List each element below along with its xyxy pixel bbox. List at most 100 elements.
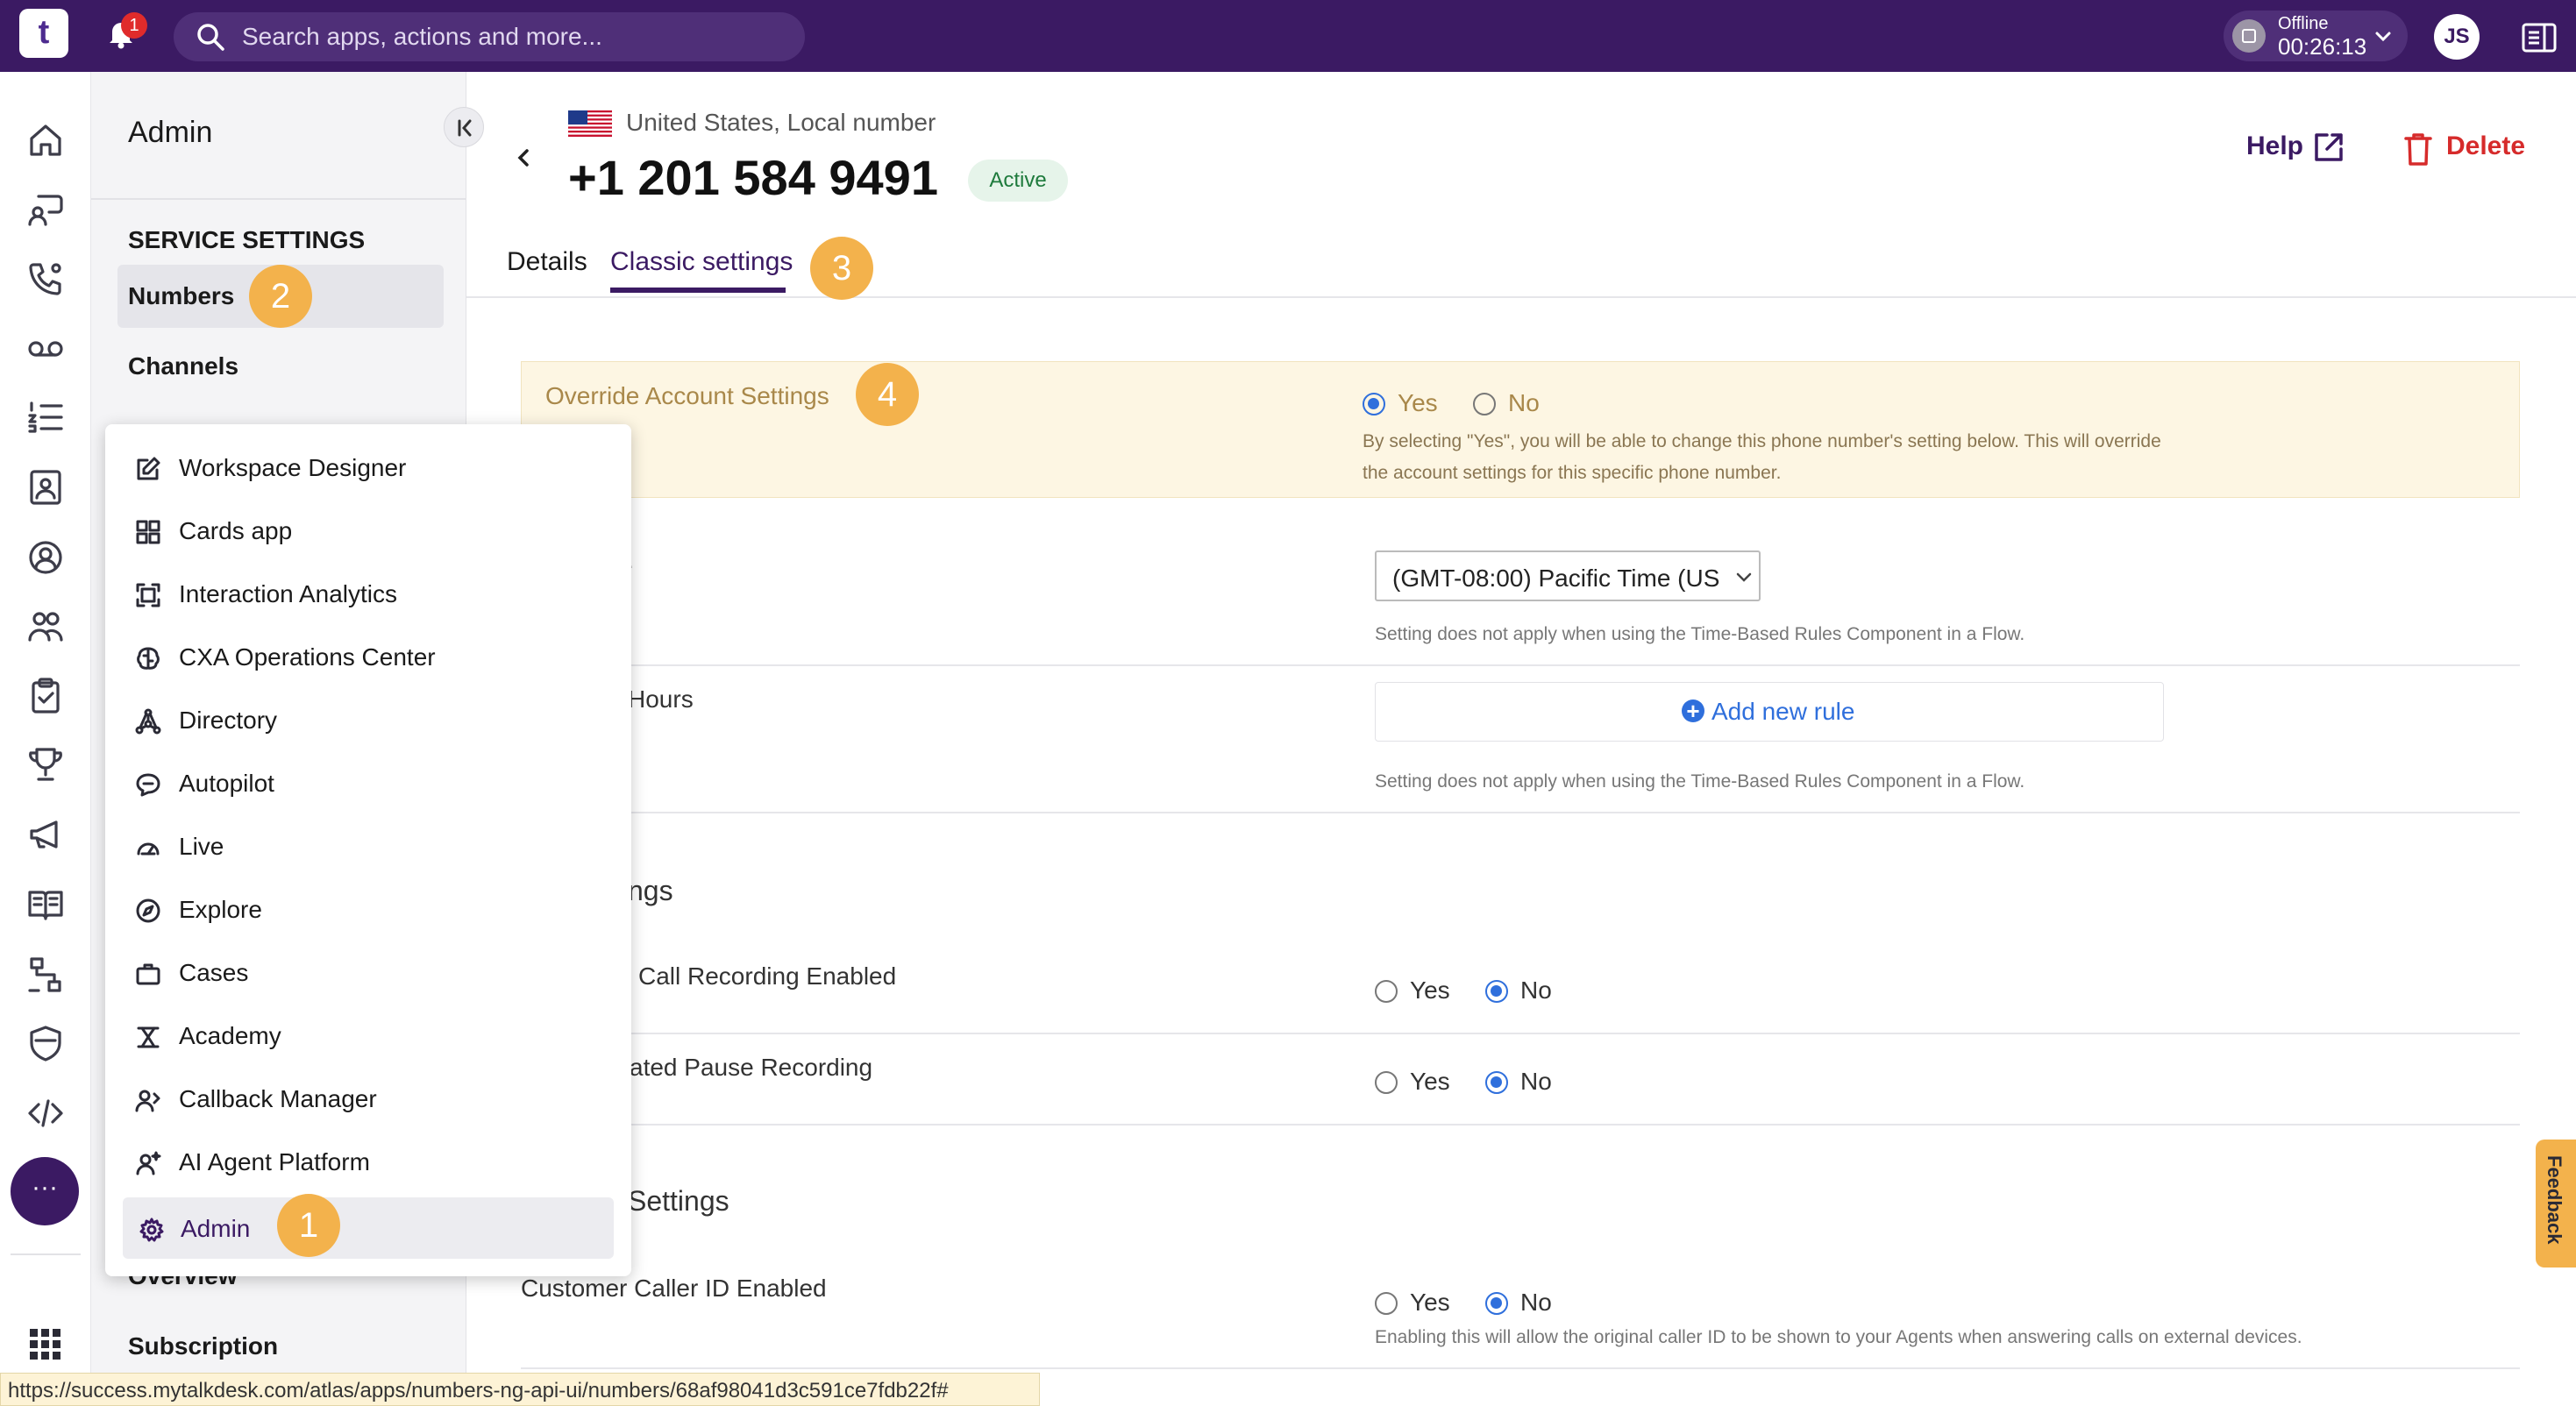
menu-item-label: Explore	[179, 896, 262, 923]
sidebar-item-channels[interactable]: Channels	[128, 352, 238, 380]
caller-id-no-label: No	[1520, 1289, 1552, 1316]
add-new-rule-label: Add new rule	[1711, 698, 1855, 725]
timezone-value: (GMT-08:00) Pacific Time (US	[1392, 565, 1720, 592]
menu-item-interaction-analytics[interactable]: Interaction Analytics	[105, 563, 631, 626]
contact-card-icon[interactable]	[26, 468, 65, 507]
sidebar-title: Admin	[128, 116, 213, 149]
megaphone-icon[interactable]	[26, 815, 65, 854]
voicemail-icon[interactable]	[26, 330, 65, 368]
pause-recording-no-label: No	[1520, 1068, 1552, 1095]
chevron-down-icon[interactable]	[2373, 26, 2394, 47]
caller-id-label: Customer Caller ID Enabled	[521, 1275, 827, 1302]
menu-item-cards-app[interactable]: Cards app	[105, 500, 631, 563]
call-recording-no-radio[interactable]	[1485, 980, 1508, 1003]
menu-item-admin[interactable]: Admin	[123, 1197, 614, 1259]
pause-recording-no-radio[interactable]	[1485, 1071, 1508, 1094]
sidebar-item-label: Numbers	[128, 282, 235, 309]
caller-id-yes-radio[interactable]	[1375, 1292, 1398, 1315]
menu-item-directory[interactable]: Directory	[105, 689, 631, 752]
book-icon[interactable]	[26, 885, 65, 924]
service-settings-heading: SERVICE SETTINGS	[128, 226, 366, 253]
menu-item-label: Academy	[179, 1022, 281, 1049]
briefcase-icon	[135, 961, 161, 987]
trash-icon[interactable]	[2402, 131, 2434, 167]
feedback-tab[interactable]: Feedback	[2536, 1140, 2576, 1268]
status-label: Offline	[2278, 14, 2329, 33]
status-timer: 00:26:13	[2278, 33, 2367, 60]
notification-count-badge: 1	[121, 12, 147, 39]
pause-recording-yes-label: Yes	[1410, 1068, 1450, 1095]
override-yes-radio[interactable]	[1363, 393, 1385, 415]
status-badge: Active	[968, 160, 1068, 202]
menu-item-label: CXA Operations Center	[179, 643, 436, 671]
caller-id-yes-label: Yes	[1410, 1289, 1450, 1316]
tab-details[interactable]: Details	[507, 247, 587, 277]
edit-icon	[135, 456, 161, 482]
step-marker-3: 3	[810, 237, 873, 300]
menu-item-explore[interactable]: Explore	[105, 878, 631, 941]
app-switcher-menu: Workspace Designer Cards app Interaction…	[105, 424, 631, 1276]
step-marker-2: 2	[249, 265, 312, 328]
brain-icon	[135, 645, 161, 671]
recording-settings-heading: ngs	[628, 875, 673, 906]
menu-item-live[interactable]: Live	[105, 815, 631, 878]
delete-button[interactable]: Delete	[2446, 131, 2525, 161]
rail-divider	[11, 1253, 81, 1255]
menu-item-cases[interactable]: Cases	[105, 941, 631, 1005]
offline-status-icon	[2232, 19, 2266, 53]
gauge-icon	[135, 834, 161, 861]
code-icon[interactable]	[26, 1094, 65, 1133]
tab-classic-settings[interactable]: Classic settings	[610, 247, 793, 277]
help-link[interactable]: Help	[2246, 131, 2303, 161]
call-recording-yes-radio[interactable]	[1375, 980, 1398, 1003]
hours-help-text: Setting does not apply when using the Ti…	[1375, 771, 2025, 792]
trophy-icon[interactable]	[26, 745, 65, 784]
row-divider	[521, 1367, 2520, 1369]
menu-item-label: Interaction Analytics	[179, 580, 398, 607]
menu-item-label: Cases	[179, 959, 249, 986]
menu-item-workspace-designer[interactable]: Workspace Designer	[105, 437, 631, 500]
shield-icon[interactable]	[26, 1024, 65, 1062]
us-flag-icon	[568, 110, 612, 137]
phone-icon[interactable]	[26, 259, 65, 298]
team-icon[interactable]	[26, 607, 65, 645]
grid-icon	[135, 519, 161, 545]
menu-item-callback-manager[interactable]: Callback Manager	[105, 1068, 631, 1131]
override-label: Override Account Settings	[545, 382, 829, 409]
menu-item-autopilot[interactable]: Autopilot	[105, 752, 631, 815]
user-avatar[interactable]: JS	[2434, 14, 2480, 60]
list-icon[interactable]	[26, 398, 65, 437]
phone-number-title: +1 201 584 9491	[568, 150, 938, 205]
more-apps-button[interactable]: ···	[11, 1157, 79, 1225]
agent-icon[interactable]	[26, 538, 65, 577]
clipboard-icon[interactable]	[26, 677, 65, 715]
status-url: https://success.mytalkdesk.com/atlas/app…	[8, 1379, 949, 1402]
chat-icon[interactable]	[26, 189, 65, 228]
menu-item-academy[interactable]: Academy	[105, 1005, 631, 1068]
home-icon[interactable]	[26, 121, 65, 160]
collapse-sidebar-button[interactable]	[444, 107, 484, 147]
menu-item-ai-agent-platform[interactable]: AI Agent Platform	[105, 1131, 631, 1194]
menu-item-label: Workspace Designer	[179, 454, 407, 481]
side-panel-icon[interactable]	[2522, 23, 2557, 53]
menu-item-label: Directory	[179, 707, 278, 734]
flow-icon[interactable]	[26, 955, 65, 994]
app-grid-icon[interactable]	[28, 1327, 63, 1362]
status-url-bar: https://success.mytalkdesk.com/atlas/app…	[0, 1373, 1040, 1406]
timezone-help-text: Setting does not apply when using the Ti…	[1375, 624, 2025, 644]
callback-icon	[135, 1087, 161, 1113]
talkdesk-logo[interactable]: t	[19, 9, 68, 58]
pause-recording-yes-radio[interactable]	[1375, 1071, 1398, 1094]
sidebar-item-subscription[interactable]: Subscription	[128, 1332, 278, 1360]
menu-item-cxa-operations-center[interactable]: CXA Operations Center	[105, 626, 631, 689]
override-no-radio[interactable]	[1473, 393, 1496, 415]
search-input[interactable]	[242, 12, 768, 61]
back-chevron-icon[interactable]	[514, 147, 535, 168]
caller-id-no-radio[interactable]	[1485, 1292, 1508, 1315]
sidebar-divider	[91, 198, 466, 200]
row-divider	[623, 664, 2520, 666]
pause-recording-label: ated Pause Recording	[630, 1054, 873, 1081]
gear-icon	[139, 1217, 165, 1243]
external-link-icon[interactable]	[2311, 130, 2346, 165]
menu-item-label: Admin	[181, 1215, 251, 1242]
